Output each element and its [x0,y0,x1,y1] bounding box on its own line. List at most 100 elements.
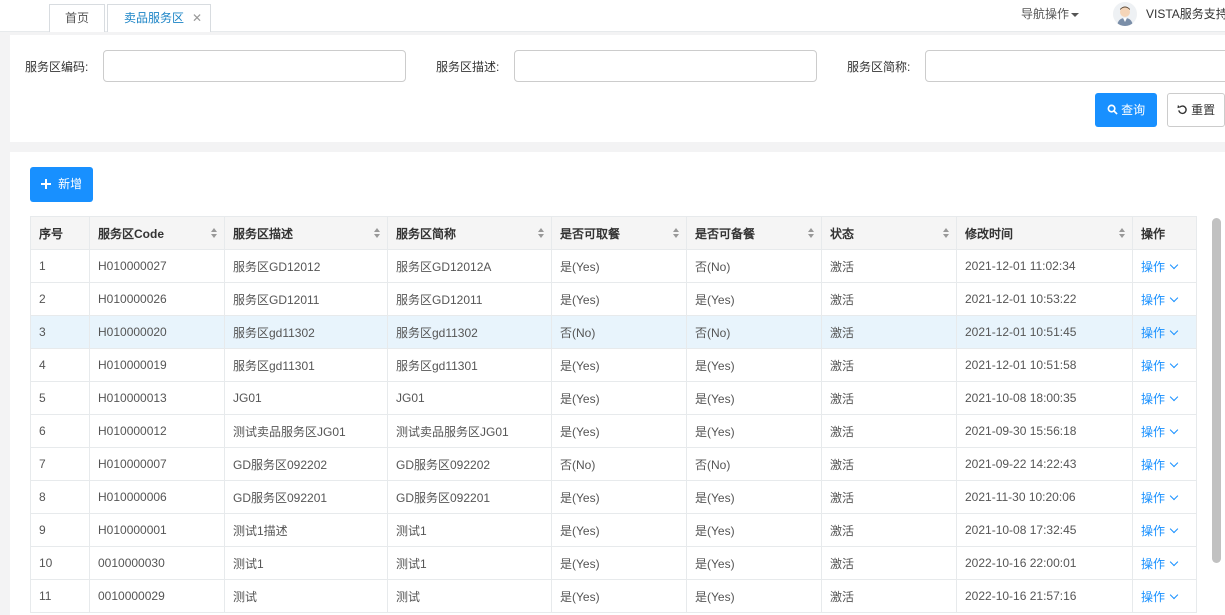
row-action-dropdown[interactable]: 操作 [1141,590,1179,604]
col-header-label: 状态 [830,226,855,241]
row-action-label: 操作 [1141,490,1166,505]
col-header-label: 服务区简称 [396,226,457,241]
user-name[interactable]: VISTA服务支持 [1146,0,1225,28]
cell-prepare: 否(No) [686,447,822,481]
plus-icon [40,179,51,189]
cell-prepare: 是(Yes) [686,348,822,382]
avatar[interactable] [1113,2,1137,26]
sort-icon[interactable] [1118,228,1126,239]
table-row[interactable]: 9 H010000001 测试1描述 测试1 是(Yes) 是(Yes) 激活 2021-10… [30,513,1197,547]
table-row[interactable]: 7 H010000007 GD服务区092202 GD服务区092202 否(No) 否(… [30,447,1197,481]
cell-status: 激活 [821,513,957,547]
cell-code: 0010000029 [89,579,225,613]
cell-index: 2 [30,282,90,316]
cell-desc: 测试卖品服务区JG01 [224,414,388,448]
add-button[interactable]: 新增 [30,167,93,202]
desc-input[interactable] [514,50,817,82]
row-action-dropdown[interactable]: 操作 [1141,392,1179,406]
reset-icon [1177,104,1187,115]
reset-button[interactable]: 重置 [1167,93,1225,127]
table-row[interactable]: 8 H010000006 GD服务区092201 GD服务区092201 是(Yes) 是… [30,480,1197,514]
cell-desc: 服务区GD12011 [224,282,388,316]
cell-desc: GD服务区092201 [224,480,388,514]
table-row[interactable]: 10 0010000030 测试1 测试1 是(Yes) 是(Yes) 激活 2022-10-… [30,546,1197,580]
row-action-dropdown[interactable]: 操作 [1141,293,1179,307]
cell-status: 激活 [821,546,957,580]
cell-desc: GD服务区092202 [224,447,388,481]
cell-pickup: 是(Yes) [551,348,687,382]
cell-code: H010000019 [89,348,225,382]
table-row[interactable]: 1 H010000027 服务区GD12012 服务区GD12012A 是(Yes) 否(… [30,249,1197,283]
row-action-dropdown[interactable]: 操作 [1141,326,1179,340]
table-row[interactable]: 6 H010000012 测试卖品服务区JG01 测试卖品服务区JG01 是(Yes) 是… [30,414,1197,448]
top-navbar: 首页 卖品服务区 ✕ 导航操作 VISTA服务支持 [0,0,1225,32]
tab-service-area[interactable]: 卖品服务区 ✕ [107,4,211,32]
col-header-label: 是否可备餐 [695,226,756,241]
cell-short: 测试1 [387,546,552,580]
cell-modified: 2021-11-30 10:20:06 [956,480,1133,514]
cell-short: 服务区GD12012A [387,249,552,283]
row-action-label: 操作 [1141,457,1166,472]
vertical-scrollbar[interactable] [1212,218,1221,563]
row-action-dropdown[interactable]: 操作 [1141,490,1179,505]
table-row[interactable]: 3 H010000020 服务区gd11302 服务区gd11302 否(No) 否(No… [30,315,1197,349]
col-header-label: 修改时间 [965,226,1014,241]
cell-actions: 操作 [1132,348,1197,382]
table-row[interactable]: 2 H010000026 服务区GD12011 服务区GD12011 是(Yes) 是(Y… [30,282,1197,316]
row-action-dropdown[interactable]: 操作 [1141,260,1179,274]
cell-desc: 服务区gd11301 [224,348,388,382]
cell-code: H010000020 [89,315,225,349]
cell-actions: 操作 [1132,315,1197,349]
col-header-status[interactable]: 状态 [821,216,957,250]
nav-operation-dropdown[interactable]: 导航操作 [1021,0,1080,28]
row-action-dropdown[interactable]: 操作 [1141,457,1179,472]
sort-icon[interactable] [672,228,680,239]
cell-index: 11 [30,579,90,613]
col-header-pickup[interactable]: 是否可取餐 [551,216,687,250]
cell-pickup: 是(Yes) [551,414,687,448]
col-header-modified[interactable]: 修改时间 [956,216,1133,250]
cell-modified: 2021-12-01 11:02:34 [956,249,1133,283]
tab-home[interactable]: 首页 [49,4,105,32]
table-row[interactable]: 4 H010000019 服务区gd11301 服务区gd11301 是(Yes) 是(Y… [30,348,1197,382]
cell-actions: 操作 [1132,513,1197,547]
sort-icon[interactable] [807,228,815,239]
cell-prepare: 否(No) [686,249,822,283]
caret-down-icon [1071,12,1080,17]
code-input[interactable] [103,50,406,82]
cell-modified: 2021-12-01 10:51:58 [956,348,1133,382]
cell-short: GD服务区092201 [387,480,552,514]
search-button[interactable]: 查询 [1095,93,1157,127]
cell-short: GD服务区092202 [387,447,552,481]
cell-pickup: 是(Yes) [551,381,687,415]
row-action-dropdown[interactable]: 操作 [1141,425,1179,439]
col-header-label: 服务区Code [98,226,165,241]
row-action-dropdown[interactable]: 操作 [1141,523,1179,538]
row-action-dropdown[interactable]: 操作 [1141,359,1179,373]
row-action-label: 操作 [1141,523,1166,538]
cell-code: H010000007 [89,447,225,481]
close-icon[interactable]: ✕ [192,5,202,31]
short-input[interactable] [925,50,1225,82]
sort-icon[interactable] [537,228,545,239]
col-header-prepare[interactable]: 是否可备餐 [686,216,822,250]
col-header-short[interactable]: 服务区简称 [387,216,552,250]
nav-operation-label: 导航操作 [1021,7,1070,21]
sort-icon[interactable] [942,228,950,239]
table-row[interactable]: 11 0010000029 测试 测试 是(Yes) 是(Yes) 激活 2022-10-16… [30,579,1197,613]
col-header-code[interactable]: 服务区Code [89,216,225,250]
cell-pickup: 是(Yes) [551,546,687,580]
sort-icon[interactable] [210,228,218,239]
cell-prepare: 是(Yes) [686,546,822,580]
cell-code: H010000012 [89,414,225,448]
cell-status: 激活 [821,579,957,613]
table-row[interactable]: 5 H010000013 JG01 JG01 是(Yes) 是(Yes) 激活 2021-10… [30,381,1197,415]
cell-status: 激活 [821,447,957,481]
col-header-desc[interactable]: 服务区描述 [224,216,388,250]
row-action-dropdown[interactable]: 操作 [1141,557,1179,571]
table-header-row: 序号 服务区Code 服务区描述 服务区简称 是否可取餐 是否可备餐 状态 修改… [30,216,1197,250]
cell-modified: 2021-10-08 18:00:35 [956,381,1133,415]
cell-prepare: 是(Yes) [686,414,822,448]
sort-icon[interactable] [373,228,381,239]
cell-prepare: 是(Yes) [686,282,822,316]
